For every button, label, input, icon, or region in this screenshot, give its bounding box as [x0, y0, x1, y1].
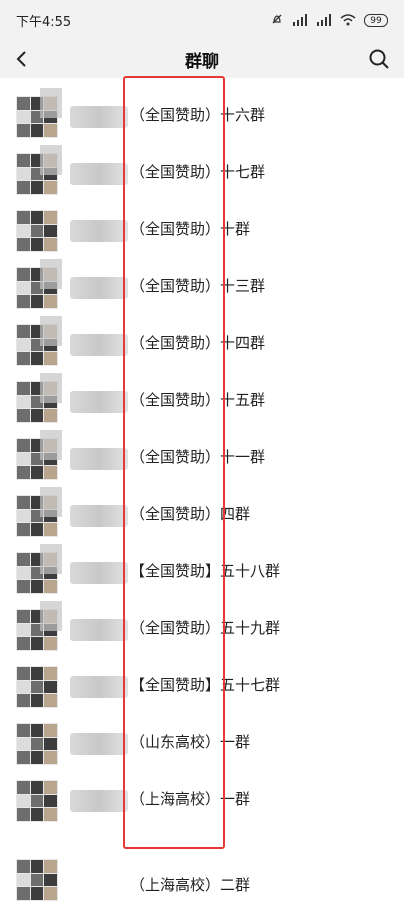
group-row[interactable]: （全国赞助）十三群 [0, 259, 404, 316]
group-row[interactable]: （全国赞助）十七群 [0, 145, 404, 202]
group-row[interactable]: （全国赞助）十五群 [0, 373, 404, 430]
group-name: （全国赞助）十一群 [130, 448, 266, 466]
group-name: （全国赞助）十五群 [130, 391, 266, 409]
battery-indicator: 99 [364, 13, 388, 27]
group-name: （全国赞助）四群 [130, 505, 251, 523]
group-name: （上海高校）二群 [130, 876, 251, 894]
blurred-area [40, 88, 62, 118]
group-avatar [16, 723, 58, 765]
status-bar: 下午4:55 99 [0, 0, 404, 40]
group-avatar [16, 210, 58, 252]
blurred-area [40, 316, 62, 346]
group-row[interactable]: （全国赞助）五十九群 [0, 601, 404, 658]
page-title: 群聊 [185, 51, 219, 72]
group-row[interactable]: （全国赞助）十六群 [0, 88, 404, 145]
group-name: （全国赞助）十六群 [130, 106, 266, 124]
status-time: 下午4:55 [16, 14, 72, 30]
blurred-name [70, 562, 128, 584]
nav-bar: 群聊 [0, 40, 404, 78]
group-row[interactable]: 【全国赞助】五十八群 [0, 544, 404, 601]
group-avatar [16, 780, 58, 822]
group-row[interactable]: （全国赞助）十群 [0, 202, 404, 259]
signal-icon-2 [317, 14, 331, 26]
signal-icon [293, 14, 307, 26]
mute-icon [272, 14, 282, 24]
blurred-name [70, 391, 128, 413]
blurred-area [40, 373, 62, 403]
blurred-name [70, 448, 128, 470]
group-name: （全国赞助）十三群 [130, 277, 266, 295]
group-list: （全国赞助）十六群 （全国赞助）十七群 （全国赞助）十群 （全国赞助）十三群 （… [0, 88, 404, 901]
group-name: （山东高校）一群 [130, 733, 251, 751]
blurred-area [40, 259, 62, 289]
back-chevron-icon[interactable] [12, 49, 32, 69]
wifi-icon [340, 14, 356, 26]
group-row[interactable]: （全国赞助）四群 [0, 487, 404, 544]
group-avatar [16, 666, 58, 708]
blurred-name [70, 277, 128, 299]
blurred-name [70, 619, 128, 641]
blurred-area [40, 145, 62, 175]
blurred-name [70, 505, 128, 527]
group-row[interactable]: （上海高校）一群 [0, 772, 404, 829]
blurred-name [70, 163, 128, 185]
group-avatar [16, 859, 58, 901]
group-name: 【全国赞助】五十八群 [130, 562, 281, 580]
blurred-name [70, 106, 128, 128]
group-row[interactable]: （山东高校）一群 [0, 715, 404, 772]
blurred-name [70, 220, 128, 242]
blurred-area [40, 544, 62, 574]
blurred-name [70, 790, 128, 812]
group-name: 【全国赞助】五十七群 [130, 676, 281, 694]
search-icon[interactable] [368, 48, 390, 70]
group-name: （全国赞助）五十九群 [130, 619, 281, 637]
blurred-area [40, 430, 62, 460]
blurred-name [70, 334, 128, 356]
blurred-area [40, 601, 62, 631]
group-name: （全国赞助）十群 [130, 220, 251, 238]
blurred-name [70, 676, 128, 698]
group-name: （上海高校）一群 [130, 790, 251, 808]
group-row[interactable]: （全国赞助）十四群 [0, 316, 404, 373]
group-name: （全国赞助）十七群 [130, 163, 266, 181]
group-name: （全国赞助）十四群 [130, 334, 266, 352]
group-row[interactable]: （上海高校）二群 [0, 829, 404, 901]
blurred-area [40, 487, 62, 517]
group-row[interactable]: （全国赞助）十一群 [0, 430, 404, 487]
group-row[interactable]: 【全国赞助】五十七群 [0, 658, 404, 715]
status-icons: 99 [270, 13, 388, 27]
blurred-name [70, 733, 128, 755]
